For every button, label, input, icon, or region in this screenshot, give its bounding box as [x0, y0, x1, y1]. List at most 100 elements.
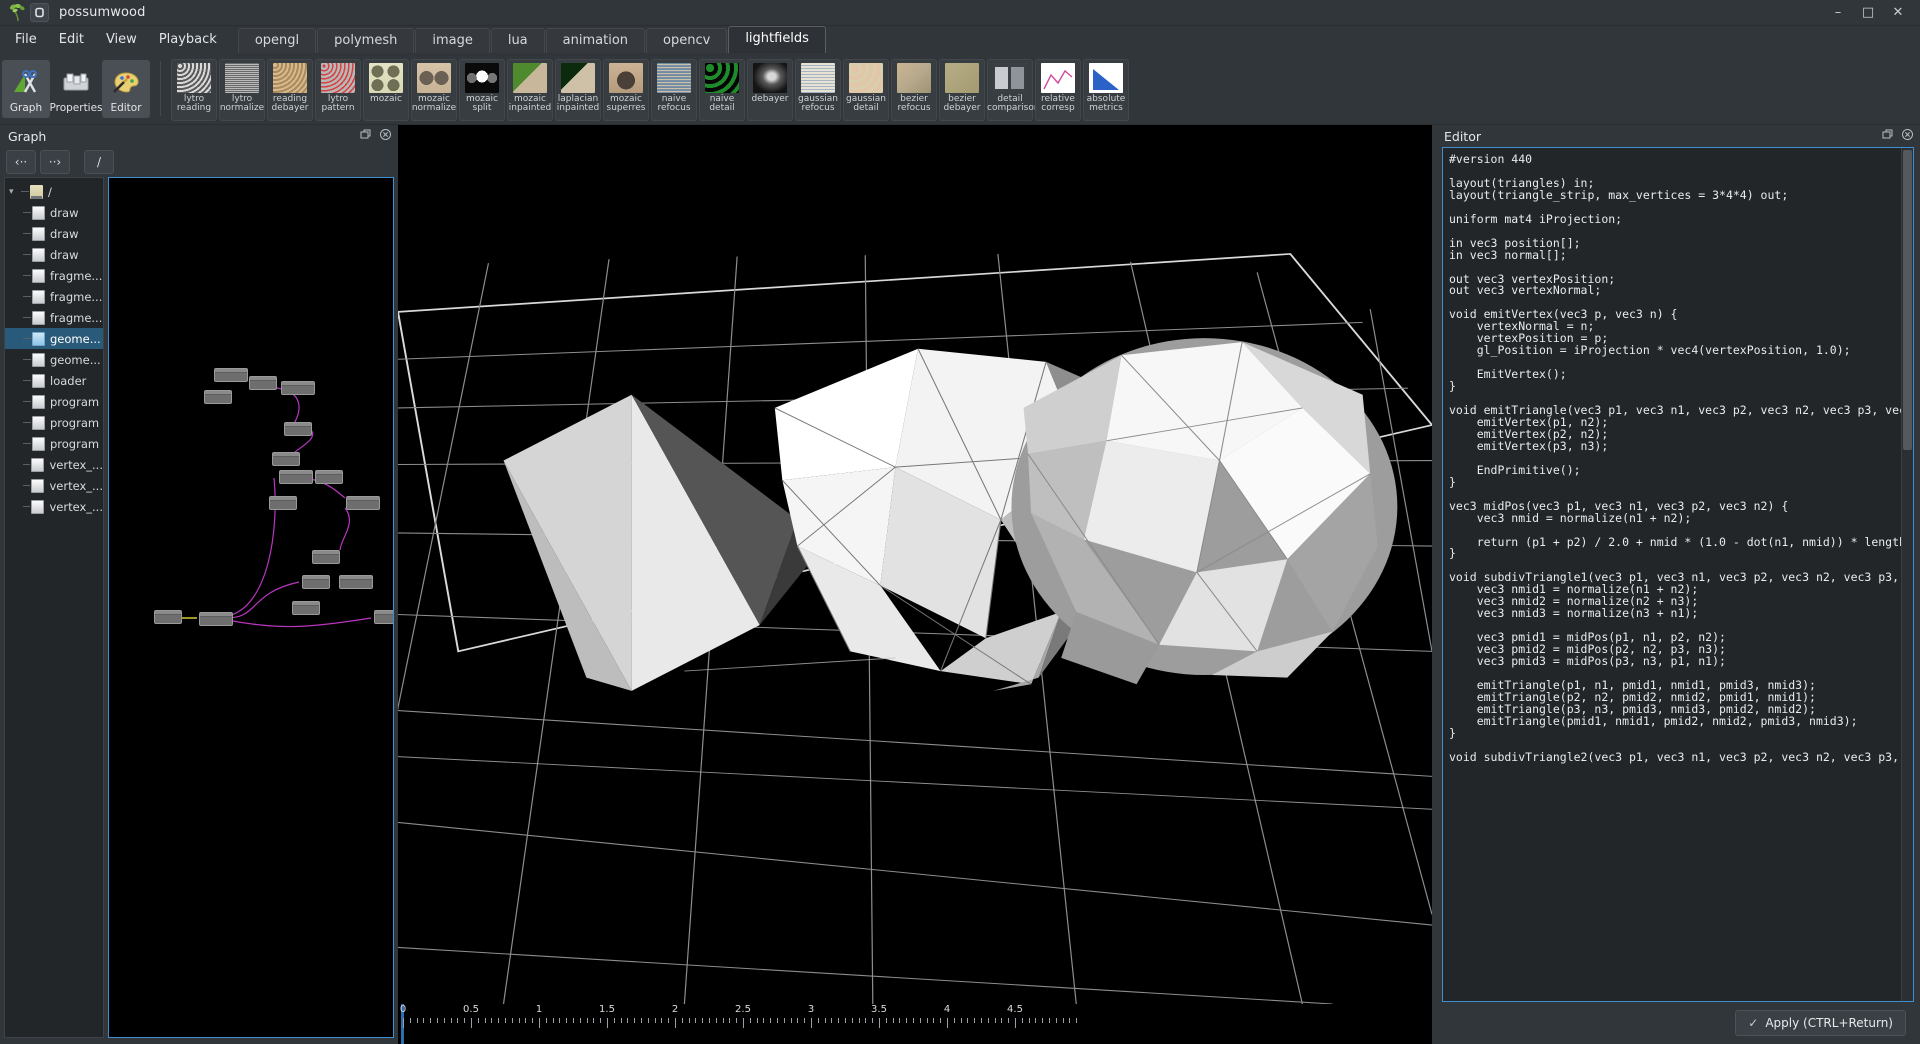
graph-node[interactable] — [312, 550, 340, 564]
editor-close-panel-icon[interactable] — [1900, 129, 1914, 143]
graph-node[interactable] — [292, 601, 320, 615]
node-item-detail-comparison[interactable]: detail comparison — [987, 58, 1040, 121]
node-caption-line2: inpainted — [508, 103, 552, 113]
nav-back-button[interactable]: ‹·· — [6, 150, 36, 174]
node-item-bezier-debayer[interactable]: bezier debayer — [939, 58, 985, 121]
node-item-bezier-refocus[interactable]: bezier refocus — [891, 58, 937, 121]
tab-opencv[interactable]: opencv — [646, 28, 728, 53]
breadcrumb-root-button[interactable]: / — [84, 150, 114, 174]
tree-line — [23, 254, 31, 255]
tab-animation[interactable]: animation — [545, 28, 646, 53]
mode-graph-button[interactable]: Graph — [2, 59, 50, 118]
ruler-tick — [736, 1018, 738, 1023]
menu-file[interactable]: File — [4, 28, 48, 51]
tree-row[interactable]: fragme... — [5, 265, 103, 286]
node-item-mozaic-normalize[interactable]: mozaic normalize — [411, 58, 457, 121]
chevron-down-icon[interactable]: ▾ — [9, 187, 21, 197]
node-item-naive-refocus[interactable]: naive refocus — [651, 58, 697, 121]
node-thumbnail — [609, 62, 643, 93]
graph-node[interactable] — [249, 376, 277, 390]
graph-body: ▾ / draw draw draw fragme... fragme... fragme..… — [0, 177, 398, 1044]
node-caption-line1: debayer — [751, 93, 789, 104]
node-caption-line2: inpainted — [556, 103, 600, 113]
graph-node[interactable] — [281, 381, 315, 395]
graph-node[interactable] — [279, 470, 313, 484]
tab-opengl[interactable]: opengl — [237, 28, 317, 53]
graph-node-titlebar — [293, 602, 319, 606]
node-graph-canvas[interactable] — [108, 177, 394, 1038]
node-item-lytro-pattern[interactable]: lytro pattern — [315, 58, 361, 121]
tree-row[interactable]: draw — [5, 223, 103, 244]
tree-row-root[interactable]: ▾ / — [5, 181, 103, 202]
tree-row[interactable]: program — [5, 433, 103, 454]
apply-button[interactable]: ✓ Apply (CTRL+Return) — [1735, 1010, 1906, 1036]
node-item-lytro-normalize[interactable]: lytro normalize — [219, 58, 265, 121]
node-item-naive-detail[interactable]: naive detail — [699, 58, 745, 121]
graph-node[interactable] — [272, 452, 300, 466]
tab-image[interactable]: image — [415, 28, 490, 53]
timeline-ruler[interactable]: 0 0.5 1 1.5 2 2.5 3 3.5 4 4.5 — [398, 1004, 1432, 1044]
graph-node[interactable] — [315, 470, 343, 484]
tree-row[interactable]: geome... — [5, 349, 103, 370]
window-controls[interactable]: – □ ✕ — [1830, 5, 1916, 21]
graph-tree[interactable]: ▾ / draw draw draw fragme... fragme... fragme..… — [4, 177, 104, 1038]
float-panel-icon[interactable] — [358, 129, 372, 143]
graph-node[interactable] — [154, 610, 182, 624]
graph-node[interactable] — [204, 390, 232, 404]
mode-editor-button[interactable]: Editor — [102, 59, 150, 118]
menu-playback[interactable]: Playback — [148, 28, 228, 51]
node-item-reading-debayer[interactable]: reading debayer — [267, 58, 313, 121]
tree-item-label: draw — [50, 247, 79, 262]
graph-node[interactable] — [374, 610, 393, 624]
tab-lightfields[interactable]: lightfields — [728, 26, 826, 53]
node-thumbnail — [513, 62, 547, 93]
tree-row[interactable]: program — [5, 391, 103, 412]
tree-row[interactable]: program — [5, 412, 103, 433]
graph-node[interactable] — [302, 575, 330, 589]
close-panel-icon[interactable] — [378, 129, 392, 143]
graph-node[interactable] — [339, 575, 373, 589]
graph-node-titlebar — [205, 391, 231, 395]
menu-view[interactable]: View — [95, 28, 148, 51]
minimize-icon[interactable]: – — [1830, 5, 1846, 21]
tree-row[interactable]: vertex_... — [5, 475, 103, 496]
node-item-mozaic[interactable]: mozaic — [363, 58, 409, 121]
menu-edit[interactable]: Edit — [48, 28, 95, 51]
mode-properties-button[interactable]: Properties — [49, 60, 103, 118]
node-item-gaussian-refocus[interactable]: gaussian refocus — [795, 58, 841, 121]
node-item-mozaic-superres[interactable]: mozaic superres — [603, 58, 649, 121]
node-item-laplacian-inpainted[interactable]: laplacian inpainted — [555, 58, 601, 121]
editor-float-panel-icon[interactable] — [1880, 129, 1894, 143]
ruler-tick — [919, 1018, 921, 1023]
node-item-absolute-metrics[interactable]: absolute metrics — [1083, 58, 1129, 121]
viewport-3d-scene[interactable] — [398, 125, 1432, 1004]
code-vertical-scrollbar[interactable] — [1901, 148, 1913, 1001]
code-scrollbar-thumb[interactable] — [1903, 150, 1912, 450]
graph-node[interactable] — [214, 368, 248, 382]
shader-code-text[interactable]: #version 440 layout(triangles) in; layou… — [1443, 148, 1901, 1001]
node-item-debayer[interactable]: debayer — [747, 58, 793, 121]
nav-forward-button[interactable]: ··› — [40, 150, 70, 174]
node-item-relative-corresp[interactable]: relative corresp — [1035, 58, 1081, 121]
graph-node[interactable] — [346, 496, 380, 510]
tree-row[interactable]: draw — [5, 244, 103, 265]
mode-graph-label: Graph — [9, 101, 43, 114]
tree-row[interactable]: draw — [5, 202, 103, 223]
tab-polymesh[interactable]: polymesh — [317, 28, 415, 53]
maximize-icon[interactable]: □ — [1860, 5, 1876, 21]
tree-row[interactable]: loader — [5, 370, 103, 391]
tree-row[interactable]: geome... — [5, 328, 103, 349]
tab-lua[interactable]: lua — [490, 28, 545, 53]
node-item-gaussian-detail[interactable]: gaussian detail — [843, 58, 889, 121]
node-item-mozaic-split[interactable]: mozaic split — [459, 58, 505, 121]
tree-row[interactable]: fragme... — [5, 286, 103, 307]
tree-row[interactable]: vertex_... — [5, 496, 103, 517]
graph-node[interactable] — [199, 612, 233, 626]
tree-row[interactable]: vertex_... — [5, 454, 103, 475]
graph-node[interactable] — [269, 496, 297, 510]
graph-node[interactable] — [284, 422, 312, 436]
tree-row[interactable]: fragme... — [5, 307, 103, 328]
node-item-mozaic-inpainted[interactable]: mozaic inpainted — [507, 58, 553, 121]
close-icon[interactable]: ✕ — [1890, 5, 1906, 21]
node-item-lytro-reading[interactable]: lytro reading — [171, 58, 217, 121]
